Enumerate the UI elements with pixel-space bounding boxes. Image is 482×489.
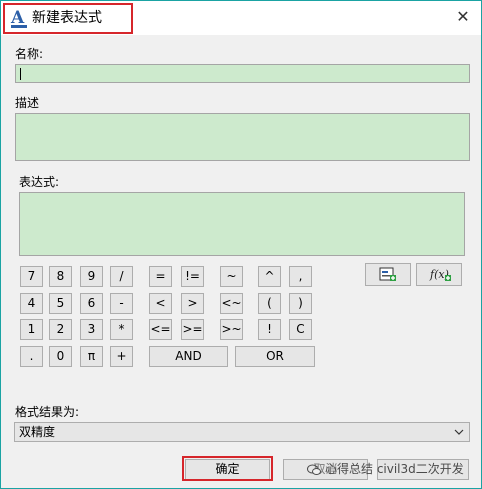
format-selected-value: 双精度 — [19, 425, 56, 439]
key-open-paren[interactable]: ( — [258, 293, 281, 314]
key-less-equal[interactable]: <= — [149, 319, 172, 340]
key-multiply[interactable]: * — [110, 319, 133, 340]
close-icon[interactable]: ✕ — [453, 7, 473, 27]
key-7[interactable]: 7 — [20, 266, 43, 287]
ok-highlight-box — [182, 456, 273, 481]
insert-property-icon — [379, 267, 396, 281]
key-not[interactable]: ! — [258, 319, 281, 340]
new-expression-dialog: A 新建表达式 ✕ 名称: 描述 表达式: 7 8 9 / 4 5 6 - 1 … — [0, 0, 482, 489]
key-8[interactable]: 8 — [49, 266, 72, 287]
key-3[interactable]: 3 — [80, 319, 103, 340]
key-power[interactable]: ^ — [258, 266, 281, 287]
expression-input[interactable] — [19, 192, 465, 256]
watermark: 心得总结 civil3d二次开发 — [307, 459, 464, 479]
or-button[interactable]: OR — [235, 346, 315, 367]
key-greater-approx[interactable]: >~ — [220, 319, 243, 340]
key-5[interactable]: 5 — [49, 293, 72, 314]
format-label: 格式结果为: — [15, 405, 80, 419]
and-button[interactable]: AND — [149, 346, 228, 367]
key-pi[interactable]: π — [80, 346, 103, 367]
key-greater-than[interactable]: > — [181, 293, 204, 314]
key-1[interactable]: 1 — [20, 319, 43, 340]
watermark-text: 心得总结 civil3d二次开发 — [325, 462, 464, 476]
insert-function-button[interactable]: f(x) — [416, 263, 462, 286]
description-label: 描述 — [15, 96, 40, 110]
key-not-equals[interactable]: != — [181, 266, 204, 287]
key-comma[interactable]: , — [289, 266, 312, 287]
wechat-icon — [307, 464, 321, 475]
key-plus[interactable]: + — [110, 346, 133, 367]
insert-property-button[interactable] — [365, 263, 411, 286]
chevron-down-icon — [454, 429, 464, 435]
key-9[interactable]: 9 — [80, 266, 103, 287]
name-label: 名称: — [15, 47, 44, 61]
insert-function-icon: f(x) — [429, 268, 451, 281]
title-highlight-box — [3, 3, 133, 34]
expression-label: 表达式: — [19, 175, 60, 189]
key-equals[interactable]: = — [149, 266, 172, 287]
format-select[interactable]: 双精度 — [14, 422, 470, 442]
key-decimal[interactable]: . — [20, 346, 43, 367]
key-less-than[interactable]: < — [149, 293, 172, 314]
key-approx[interactable]: ~ — [220, 266, 243, 287]
text-caret — [20, 68, 21, 80]
title-bar: A 新建表达式 ✕ — [1, 1, 481, 35]
key-minus[interactable]: - — [110, 293, 133, 314]
key-close-paren[interactable]: ) — [289, 293, 312, 314]
key-0[interactable]: 0 — [49, 346, 72, 367]
key-4[interactable]: 4 — [20, 293, 43, 314]
key-clear[interactable]: C — [289, 319, 312, 340]
name-input[interactable] — [15, 64, 470, 83]
description-input[interactable] — [15, 113, 470, 161]
key-greater-equal[interactable]: >= — [181, 319, 204, 340]
key-less-approx[interactable]: <~ — [220, 293, 243, 314]
key-6[interactable]: 6 — [80, 293, 103, 314]
key-2[interactable]: 2 — [49, 319, 72, 340]
key-divide[interactable]: / — [110, 266, 133, 287]
